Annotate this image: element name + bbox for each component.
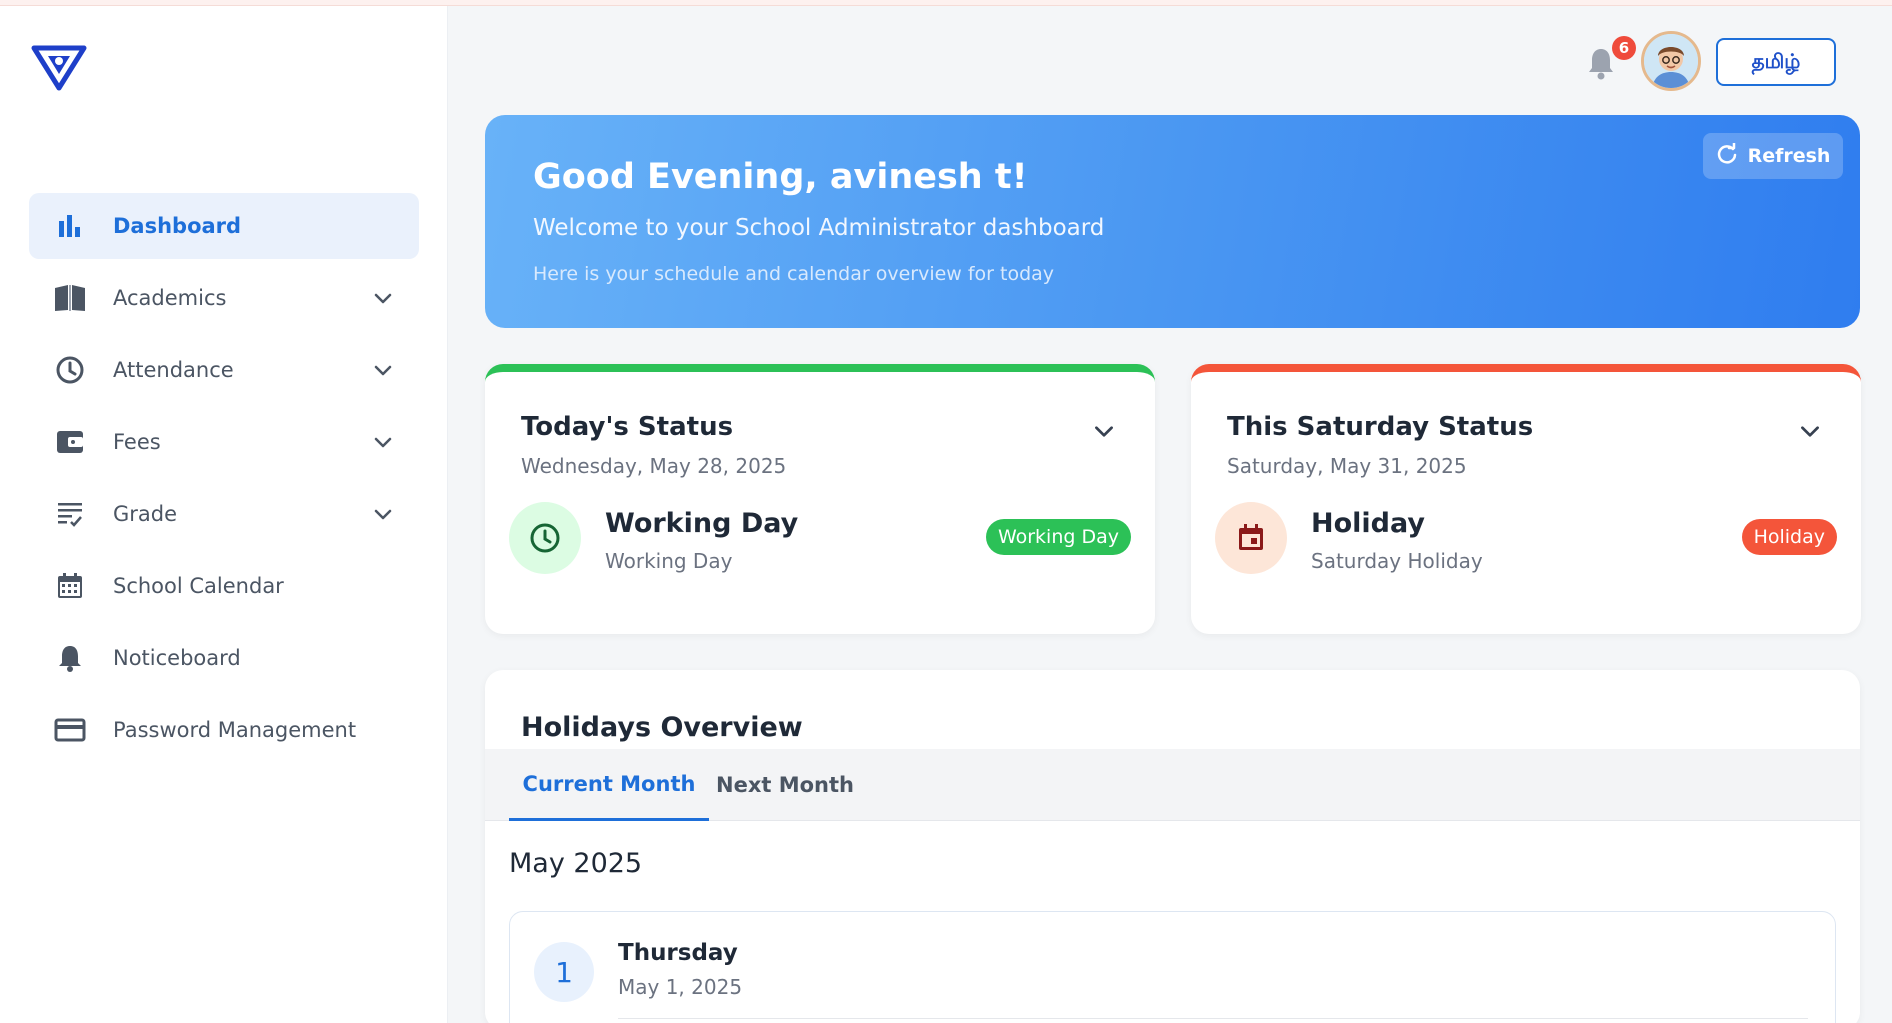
- holiday-tabs: Current Month Next Month: [485, 749, 1860, 821]
- calendar-icon: [53, 569, 87, 603]
- refresh-label: Refresh: [1747, 145, 1831, 167]
- sidebar-item-label: Grade: [113, 502, 178, 526]
- status-detail: Working Day: [605, 549, 733, 573]
- section-title: Holidays Overview: [521, 712, 803, 743]
- card-title: This Saturday Status: [1227, 412, 1534, 442]
- welcome-banner: Good Evening, avinesh t! Welcome to your…: [485, 115, 1860, 328]
- sidebar-item-label: Attendance: [113, 358, 234, 382]
- status-badge: Holiday: [1741, 519, 1837, 555]
- sidebar-item-label: School Calendar: [113, 574, 284, 598]
- holidays-overview-card: Holidays Overview Current Month Next Mon…: [485, 670, 1860, 1023]
- chevron-down-icon[interactable]: [371, 502, 395, 526]
- refresh-button[interactable]: Refresh: [1703, 133, 1843, 179]
- weekday: Thursday: [618, 940, 738, 966]
- holiday-list-item[interactable]: 1 Thursday May 1, 2025: [509, 911, 1836, 1023]
- sidebar-item-label: Dashboard: [113, 214, 242, 238]
- day-number: 1: [534, 942, 594, 1002]
- sidebar-item-label: Password Management: [113, 718, 357, 742]
- notification-badge: 6: [1612, 36, 1636, 60]
- sidebar-item-school-calendar[interactable]: School Calendar: [29, 553, 419, 619]
- chevron-down-icon[interactable]: [1797, 418, 1823, 444]
- sidebar-item-password-management[interactable]: Password Management: [29, 697, 419, 763]
- avatar[interactable]: [1641, 31, 1701, 91]
- calendar-icon: [1215, 502, 1287, 574]
- chevron-down-icon[interactable]: [371, 430, 395, 454]
- saturday-status-card: This Saturday Status Saturday, May 31, 2…: [1191, 364, 1861, 634]
- card-date: Saturday, May 31, 2025: [1227, 454, 1467, 478]
- status-title: Working Day: [605, 508, 799, 539]
- sidebar-item-noticeboard[interactable]: Noticeboard: [29, 625, 419, 691]
- book-icon: [53, 281, 87, 315]
- card-title: Today's Status: [521, 412, 734, 442]
- bar-chart-icon: [53, 209, 87, 243]
- sidebar: Dashboard Academics Attendance Fees Grad…: [0, 6, 448, 1023]
- greeting-subtitle: Welcome to your School Administrator das…: [533, 215, 1105, 241]
- greeting-title: Good Evening, avinesh t!: [533, 157, 1028, 197]
- status-detail: Saturday Holiday: [1311, 549, 1483, 573]
- sidebar-item-fees[interactable]: Fees: [29, 409, 419, 475]
- holiday-date: May 1, 2025: [618, 975, 743, 999]
- sidebar-item-label: Academics: [113, 286, 227, 310]
- status-badge: Working Day: [985, 519, 1131, 555]
- wallet-icon: [53, 425, 87, 459]
- card-icon: [53, 713, 87, 747]
- chevron-down-icon[interactable]: [1091, 418, 1117, 444]
- bell-icon: [53, 641, 87, 675]
- list-check-icon: [53, 497, 87, 531]
- tab-next-month[interactable]: Next Month: [709, 749, 861, 821]
- sidebar-nav: Dashboard Academics Attendance Fees Grad…: [29, 193, 419, 769]
- chevron-down-icon[interactable]: [371, 358, 395, 382]
- clock-icon: [509, 502, 581, 574]
- greeting-note: Here is your schedule and calendar overv…: [533, 263, 1055, 285]
- clock-icon: [53, 353, 87, 387]
- refresh-icon: [1716, 141, 1738, 170]
- today-status-card: Today's Status Wednesday, May 28, 2025 W…: [485, 364, 1155, 634]
- sidebar-item-attendance[interactable]: Attendance: [29, 337, 419, 403]
- card-date: Wednesday, May 28, 2025: [521, 454, 787, 478]
- divider: [618, 1018, 1808, 1019]
- language-toggle-button[interactable]: தமிழ்: [1716, 38, 1836, 86]
- sidebar-item-label: Fees: [113, 430, 161, 454]
- chevron-down-icon[interactable]: [371, 286, 395, 310]
- sidebar-item-label: Noticeboard: [113, 646, 241, 670]
- status-title: Holiday: [1311, 508, 1425, 539]
- sidebar-item-dashboard[interactable]: Dashboard: [29, 193, 419, 259]
- month-label: May 2025: [509, 848, 643, 879]
- tab-current-month[interactable]: Current Month: [509, 749, 709, 821]
- logo-icon[interactable]: [30, 44, 88, 94]
- sidebar-item-academics[interactable]: Academics: [29, 265, 419, 331]
- sidebar-item-grade[interactable]: Grade: [29, 481, 419, 547]
